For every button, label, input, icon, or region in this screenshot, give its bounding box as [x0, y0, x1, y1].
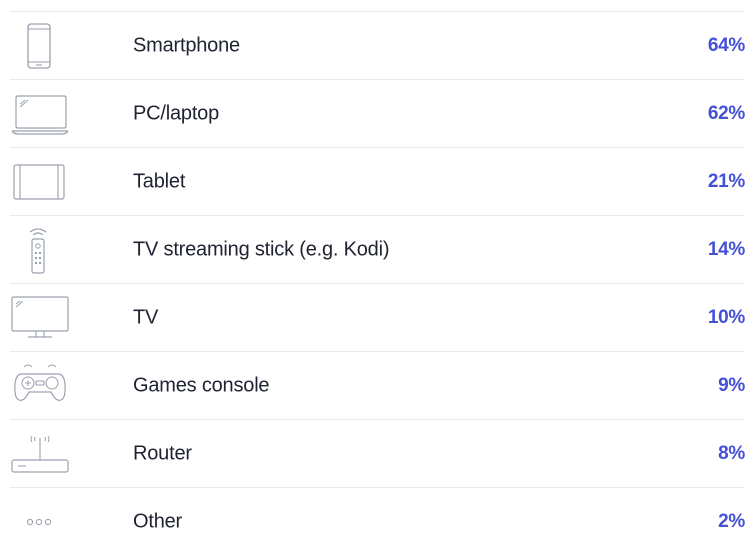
laptop-icon	[10, 90, 70, 138]
row-value: 10%	[707, 306, 745, 328]
device-table: Smartphone 64% PC/laptop 62% Tablet 21%	[0, 0, 753, 551]
table-row: Tablet 21%	[10, 148, 745, 216]
remote-icon	[10, 226, 70, 274]
row-value: 64%	[707, 34, 745, 56]
router-icon	[10, 430, 70, 478]
tablet-icon	[10, 158, 70, 206]
row-label: Router	[133, 442, 192, 464]
table-row: Smartphone 64%	[10, 12, 745, 80]
gamepad-icon	[10, 362, 70, 410]
table-row: Games console 9%	[10, 352, 745, 420]
row-value: 14%	[707, 238, 745, 260]
smartphone-icon	[10, 22, 70, 70]
row-value: 8%	[718, 442, 745, 464]
table-row: PC/laptop 62%	[10, 80, 745, 148]
tv-icon	[10, 294, 70, 342]
more-icon	[10, 498, 70, 546]
row-value: 9%	[718, 374, 745, 396]
row-label: TV	[133, 306, 159, 328]
row-value: 21%	[707, 170, 745, 192]
row-value: 62%	[707, 102, 745, 124]
row-label: TV streaming stick (e.g. Kodi)	[133, 238, 390, 260]
table-row: TV 10%	[10, 284, 745, 352]
row-label: PC/laptop	[133, 102, 220, 124]
table-row: Router 8%	[10, 420, 745, 488]
row-value: 2%	[718, 510, 745, 532]
table-row: TV streaming stick (e.g. Kodi) 14%	[10, 216, 745, 284]
row-label: Smartphone	[133, 34, 240, 56]
row-label: Other	[133, 510, 183, 532]
row-label: Tablet	[133, 170, 186, 192]
table-row: Other 2%	[10, 488, 745, 555]
row-label: Games console	[133, 374, 270, 396]
